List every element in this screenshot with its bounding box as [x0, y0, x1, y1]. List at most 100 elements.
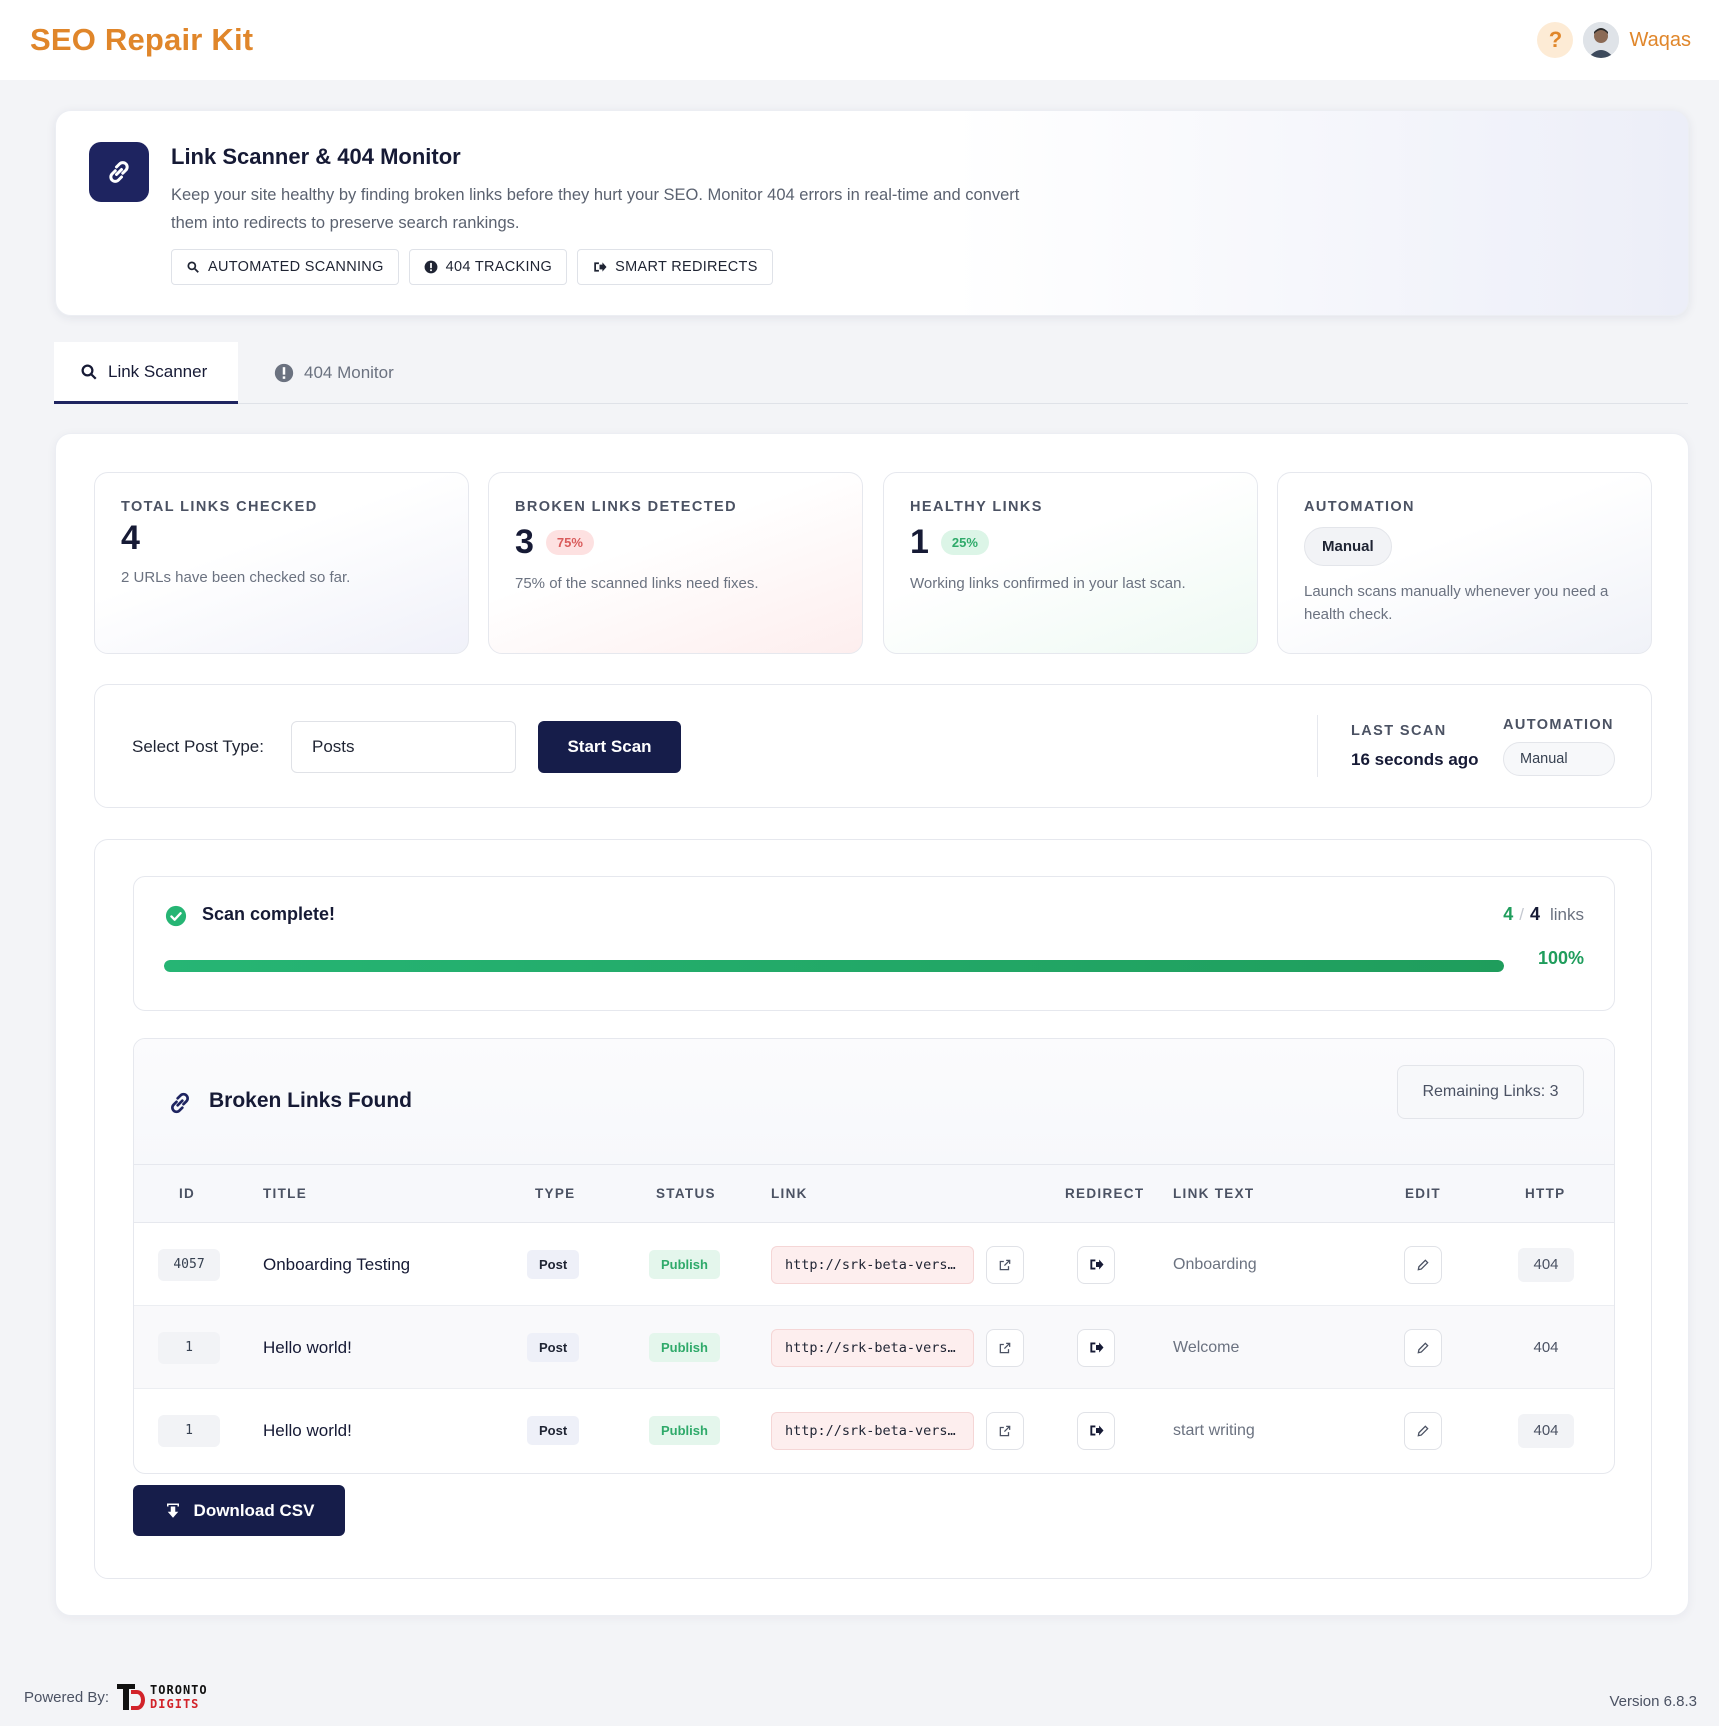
last-scan-value: 16 seconds ago — [1351, 750, 1479, 769]
toronto-digits-logo[interactable]: TORONTO DIGITS — [117, 1682, 208, 1712]
row-type: Post — [527, 1250, 580, 1279]
row-title: Onboarding Testing — [263, 1254, 411, 1274]
broken-links-card: Broken Links Found Remaining Links: 3 ID… — [133, 1038, 1615, 1474]
open-link-button[interactable] — [986, 1245, 1024, 1284]
table-row: 1 Hello world! Post Publish http://srk-b… — [134, 1389, 1614, 1472]
row-id: 1 — [158, 1331, 220, 1364]
stat-description: 2 URLs have been checked so far. — [121, 569, 351, 586]
broken-percent-badge: 75% — [545, 530, 594, 555]
external-link-icon — [999, 1259, 1011, 1270]
broken-links-header: Broken Links Found Remaining Links: 3 — [134, 1039, 1614, 1165]
open-link-button[interactable] — [986, 1411, 1024, 1450]
row-link-text: Welcome — [1173, 1338, 1240, 1356]
chip-smart-redirects: SMART REDIRECTS — [577, 249, 773, 285]
post-type-select[interactable]: Posts — [291, 721, 516, 773]
row-status: Publish — [649, 1250, 720, 1279]
download-csv-button[interactable]: Download CSV — [133, 1485, 345, 1536]
redirect-icon — [594, 262, 607, 272]
version-label: Version 6.8.3 — [1609, 1693, 1697, 1710]
broken-links-title: Broken Links Found — [209, 1089, 413, 1112]
scan-controls: Select Post Type: Posts Start Scan LAST … — [94, 684, 1652, 808]
search-icon — [81, 364, 97, 380]
stat-value: 4 — [121, 519, 140, 557]
stat-value: 1 — [910, 523, 929, 561]
progress-track — [164, 960, 1504, 972]
column-header-redirect: REDIRECT — [1065, 1186, 1145, 1201]
external-link-icon — [999, 1425, 1011, 1436]
stat-description: 75% of the scanned links need fixes. — [515, 575, 759, 592]
row-http-code: 404 — [1518, 1247, 1574, 1282]
redirect-button[interactable] — [1077, 1245, 1115, 1284]
stat-label: TOTAL LINKS CHECKED — [121, 499, 318, 515]
row-link[interactable]: http://srk-beta-vers… — [771, 1245, 974, 1284]
alert-icon — [274, 363, 294, 383]
table-header: ID TITLE TYPE STATUS LINK REDIRECT LINK … — [134, 1165, 1614, 1223]
logo-mark-icon — [117, 1684, 146, 1710]
tab-label: 404 Monitor — [304, 363, 394, 382]
help-button[interactable]: ? — [1537, 22, 1574, 58]
column-header-edit: EDIT — [1405, 1186, 1441, 1201]
link-scanner-panel: TOTAL LINKS CHECKED 4 2 URLs have been c… — [55, 433, 1689, 1616]
chip-404-tracking: 404 TRACKING — [408, 249, 568, 285]
progress-percent: 100% — [1537, 948, 1584, 968]
column-header-type: TYPE — [535, 1186, 576, 1201]
links-separator: / — [1519, 905, 1524, 924]
links-total: 4 — [1529, 904, 1540, 924]
row-http-code: 404 — [1518, 1413, 1574, 1448]
tab-bar: Link Scanner 404 Monitor — [54, 342, 1688, 404]
user-name[interactable]: Waqas — [1629, 29, 1691, 52]
footer-powered-by: Powered By: TORONTO DIGITS — [24, 1682, 208, 1712]
row-status: Publish — [649, 1416, 720, 1445]
row-type: Post — [527, 1416, 580, 1445]
tab-404-monitor[interactable]: 404 Monitor — [274, 342, 394, 404]
edit-button[interactable] — [1404, 1245, 1442, 1284]
edit-button[interactable] — [1404, 1328, 1442, 1367]
download-icon — [166, 1503, 179, 1518]
row-link[interactable]: http://srk-beta-vers… — [771, 1411, 974, 1450]
redirect-icon — [1090, 1425, 1104, 1436]
row-http-code: 404 — [1533, 1339, 1559, 1356]
scan-results: Scan complete! 4 / 4 links 100% Broken L… — [94, 839, 1652, 1579]
stat-description: Working links confirmed in your last sca… — [910, 575, 1186, 592]
redirect-button[interactable] — [1077, 1328, 1115, 1367]
healthy-percent-badge: 25% — [940, 530, 989, 555]
start-scan-button[interactable]: Start Scan — [538, 721, 681, 773]
progress-fill — [164, 960, 1504, 972]
redirect-icon — [1090, 1342, 1104, 1353]
row-link-text: start writing — [1173, 1421, 1255, 1439]
row-title: Hello world! — [263, 1420, 352, 1440]
avatar[interactable] — [1583, 22, 1620, 58]
automation-mode-pill: Manual — [1304, 527, 1392, 566]
row-title: Hello world! — [263, 1337, 352, 1357]
row-link[interactable]: http://srk-beta-vers… — [771, 1328, 974, 1367]
column-header-link: LINK — [771, 1186, 808, 1201]
hero-card: Link Scanner & 404 Monitor Keep your sit… — [55, 110, 1689, 316]
redirect-button[interactable] — [1077, 1411, 1115, 1450]
column-header-status: STATUS — [656, 1186, 716, 1201]
hero-description: Keep your site healthy by finding broken… — [171, 186, 1020, 232]
chip-label: 404 TRACKING — [445, 259, 553, 275]
link-icon — [171, 1092, 189, 1114]
logo-line-2: DIGITS — [150, 1697, 200, 1711]
link-icon — [89, 142, 149, 202]
stat-description: Launch scans manually whenever you need … — [1304, 583, 1609, 623]
alert-icon — [424, 260, 438, 274]
last-scan-label: LAST SCAN — [1351, 723, 1447, 739]
pencil-icon — [1417, 1424, 1429, 1436]
post-type-label: Select Post Type: — [132, 737, 264, 756]
pencil-icon — [1417, 1341, 1429, 1353]
scan-status: Scan complete! — [202, 904, 336, 924]
stat-healthy-links: HEALTHY LINKS 1 25% Working links confir… — [883, 472, 1258, 654]
open-link-button[interactable] — [986, 1328, 1024, 1367]
stat-automation: AUTOMATION Manual Launch scans manually … — [1277, 472, 1652, 654]
check-circle-icon — [165, 905, 187, 927]
tab-label: Link Scanner — [108, 361, 208, 381]
tab-link-scanner[interactable]: Link Scanner — [54, 342, 238, 404]
row-status: Publish — [649, 1333, 720, 1362]
stat-value: 3 — [515, 523, 534, 561]
links-count: 4 / 4 links — [1503, 904, 1584, 925]
edit-button[interactable] — [1404, 1411, 1442, 1450]
column-header-link-text: LINK TEXT — [1173, 1186, 1255, 1201]
column-header-title: TITLE — [263, 1186, 307, 1201]
hero-title: Link Scanner & 404 Monitor — [171, 144, 461, 169]
